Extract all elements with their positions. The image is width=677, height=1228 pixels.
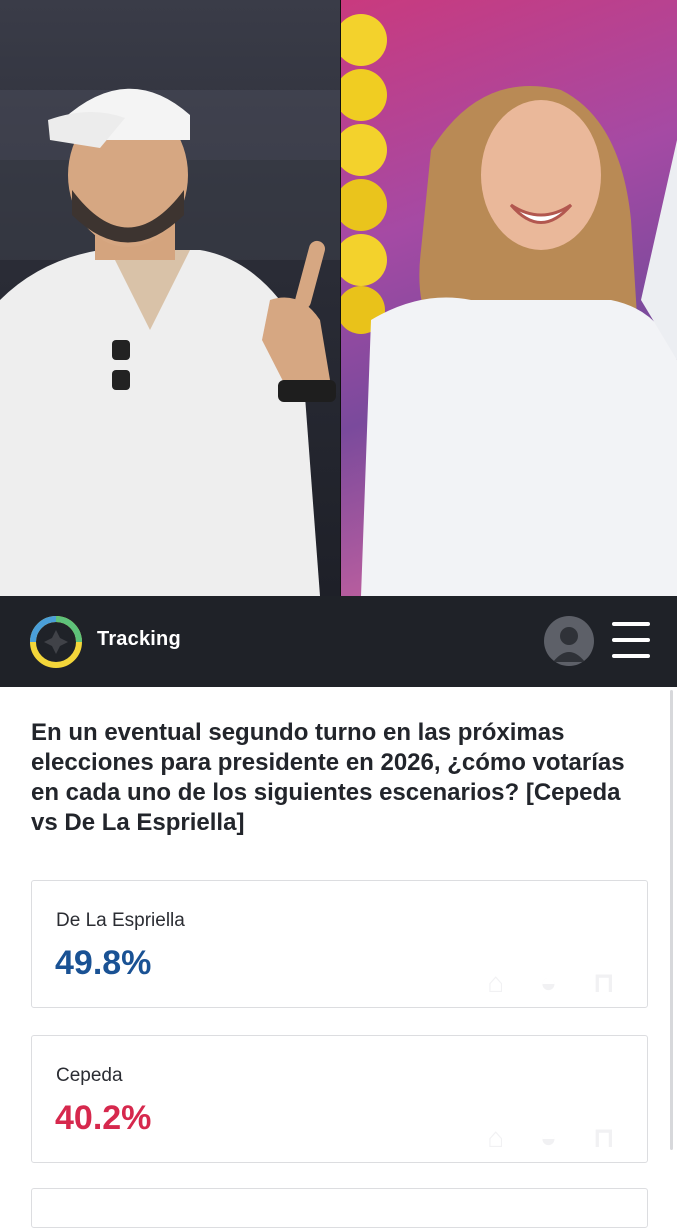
hamburger-menu-icon[interactable] <box>612 618 650 662</box>
app-header: Tracking <box>0 596 677 687</box>
scrollbar[interactable] <box>670 690 673 1150</box>
menu-bar <box>612 638 650 642</box>
result-card[interactable] <box>31 1188 648 1228</box>
menu-bar <box>612 654 650 658</box>
watermark: ⌂ ◒ ⊓ <box>487 967 629 998</box>
candidate-percentage: 49.8% <box>55 944 152 982</box>
candidate-name: De La Espriella <box>56 910 185 931</box>
compass-logo-icon[interactable] <box>30 616 82 668</box>
result-card[interactable]: Cepeda 40.2% ⌂ ◒ ⊓ <box>31 1035 648 1163</box>
user-avatar-icon[interactable] <box>544 616 594 666</box>
candidate-photo-right <box>341 0 677 596</box>
candidate-photo-left <box>0 0 340 596</box>
result-card[interactable]: De La Espriella 49.8% ⌂ ◒ ⊓ <box>31 880 648 1008</box>
survey-question: En un eventual segundo turno en las próx… <box>31 719 625 836</box>
candidates-photo-banner <box>0 0 677 596</box>
candidate-name: Cepeda <box>56 1065 123 1086</box>
menu-bar <box>612 622 650 626</box>
watermark: ⌂ ◒ ⊓ <box>487 1122 629 1153</box>
candidate-percentage: 40.2% <box>55 1099 152 1137</box>
brand-name: Tracking <box>97 628 181 650</box>
